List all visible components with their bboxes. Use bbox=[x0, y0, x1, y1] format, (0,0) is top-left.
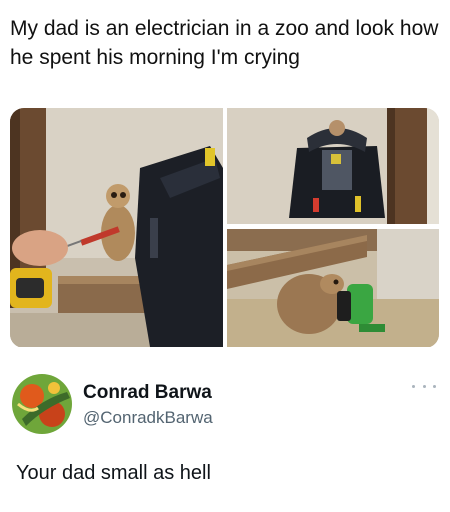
photo-grid bbox=[10, 108, 439, 348]
display-name[interactable]: Conrad Barwa bbox=[83, 382, 212, 404]
more-horizontal-icon[interactable] bbox=[412, 380, 436, 392]
user-handle[interactable]: @ConradkBarwa bbox=[83, 408, 213, 428]
photo-meerkat-green-tool[interactable] bbox=[227, 229, 439, 347]
post-caption: My dad is an electrician in a zoo and lo… bbox=[10, 17, 439, 69]
photo-meerkat-screwdriver[interactable] bbox=[10, 108, 223, 347]
avatar[interactable] bbox=[12, 374, 72, 434]
photo-tool-bag[interactable] bbox=[227, 108, 439, 224]
reply-text: Your dad small as hell bbox=[16, 462, 211, 484]
